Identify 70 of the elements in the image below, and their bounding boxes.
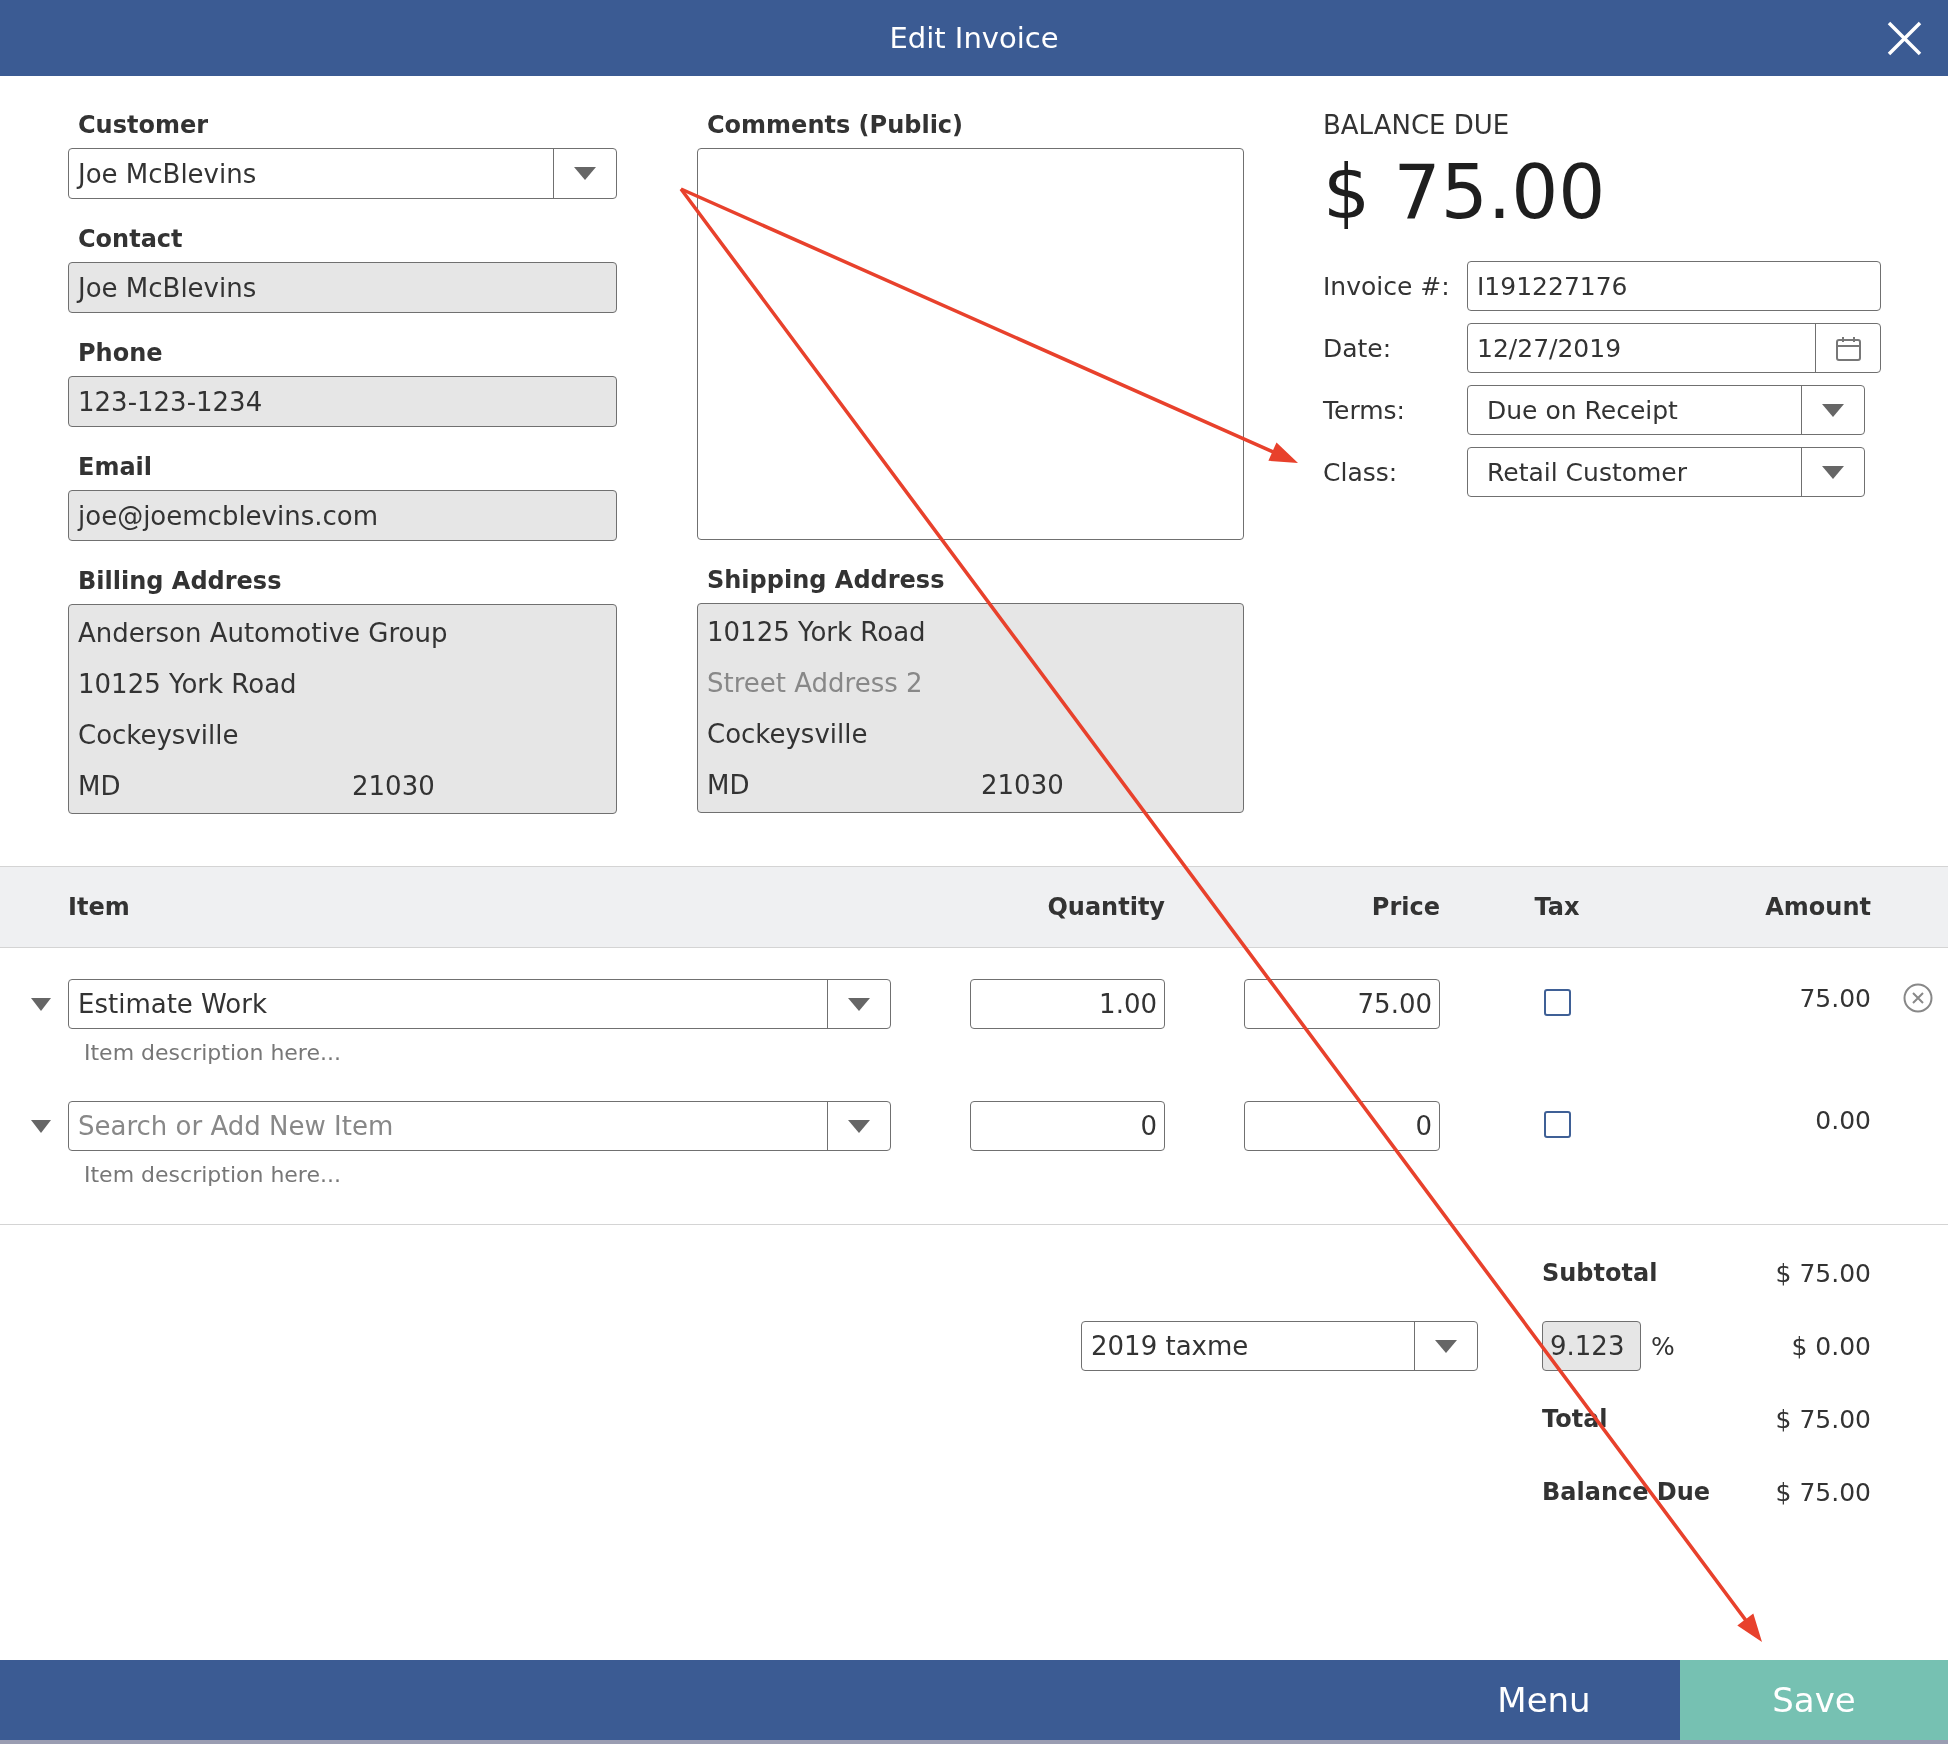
address-line[interactable]: 10125 York Road (707, 607, 926, 658)
field-label: Terms: (1323, 395, 1406, 425)
caret-down-icon[interactable] (31, 998, 51, 1011)
tax-rate-field[interactable]: 9.123 (1542, 1321, 1641, 1371)
tax-amount: $ 0.00 (1791, 1331, 1871, 1361)
caret-down-icon (1822, 465, 1844, 479)
window-title: Edit Invoice (889, 21, 1059, 55)
calendar-icon (1835, 335, 1861, 361)
field-label: Phone (78, 338, 163, 368)
field-label: Billing Address (78, 566, 282, 596)
caret-down-icon (1435, 1339, 1457, 1353)
column-header: Amount (1765, 893, 1871, 921)
field-label: Shipping Address (707, 565, 945, 595)
total-value: $ 75.00 (1775, 1404, 1871, 1434)
date-field[interactable]: 12/27/2019 (1467, 323, 1881, 373)
column-header: Quantity (1047, 893, 1165, 921)
field-label: Invoice #: (1323, 271, 1450, 301)
quantity-field[interactable]: 0 (970, 1101, 1165, 1151)
amount-text: 75.00 (1799, 983, 1871, 1015)
zip-field[interactable]: 21030 (981, 760, 1064, 811)
close-button[interactable] (1887, 20, 1922, 56)
field-label: Date: (1323, 333, 1392, 363)
close-icon (1887, 20, 1922, 56)
address-line[interactable]: Anderson Automotive Group (78, 608, 448, 659)
field-label: Comments (Public) (707, 110, 964, 140)
dropdown-field[interactable]: Retail Customer (1467, 447, 1865, 497)
input-field[interactable]: 123-123-1234 (68, 376, 617, 427)
amount-text: 0.00 (1815, 1105, 1871, 1137)
total-label: Balance Due (1542, 1478, 1711, 1506)
item-dropdown[interactable]: Estimate Work (68, 979, 891, 1029)
column-header: Price (1371, 893, 1440, 921)
field-label: Email (78, 452, 153, 482)
balance-label: BALANCE DUE (1323, 110, 1510, 140)
field-label: Contact (78, 224, 183, 254)
dropdown-field[interactable]: Joe McBlevins (68, 148, 617, 199)
price-field[interactable]: 0 (1244, 1101, 1440, 1151)
address-line[interactable]: Cockeysville (78, 710, 239, 761)
total-value: $ 75.00 (1775, 1477, 1871, 1507)
comments-field[interactable] (697, 148, 1244, 540)
price-field[interactable]: 75.00 (1244, 979, 1440, 1029)
field-label: Customer (78, 110, 209, 140)
tax-dropdown[interactable]: 2019 taxme (1081, 1321, 1478, 1371)
caret-down-icon (848, 997, 870, 1011)
input-field[interactable]: I191227176 (1467, 261, 1881, 311)
caret-down-icon (1822, 403, 1844, 417)
input-field[interactable]: Joe McBlevins (68, 262, 617, 313)
item-dropdown[interactable]: Search or Add New Item (68, 1101, 891, 1151)
column-header: Item (68, 893, 130, 921)
description-field[interactable]: Item description here... (84, 1040, 341, 1066)
total-label: Subtotal (1542, 1259, 1658, 1287)
caret-down-icon (848, 1119, 870, 1133)
balance-amount: $ 75.00 (1323, 152, 1606, 232)
tax-checkbox[interactable] (1543, 1111, 1571, 1138)
remove-icon[interactable] (1903, 983, 1933, 1013)
zip-field[interactable]: 21030 (352, 761, 435, 812)
field-label: Class: (1323, 457, 1398, 487)
total-value: $ 75.00 (1775, 1258, 1871, 1288)
state-field[interactable]: MD (707, 760, 750, 811)
percent-sign: % (1651, 1331, 1675, 1361)
input-field[interactable]: joe@joemcblevins.com (68, 490, 617, 541)
tax-checkbox[interactable] (1543, 989, 1571, 1016)
column-header: Tax (1534, 893, 1580, 921)
address-line[interactable]: 10125 York Road (78, 659, 297, 710)
quantity-field[interactable]: 1.00 (970, 979, 1165, 1029)
address-line[interactable]: Cockeysville (707, 709, 868, 760)
caret-down-icon (574, 167, 596, 180)
caret-down-icon[interactable] (31, 1120, 51, 1133)
description-field[interactable]: Item description here... (84, 1162, 341, 1188)
dropdown-field[interactable]: Due on Receipt (1467, 385, 1865, 435)
state-field[interactable]: MD (78, 761, 121, 812)
